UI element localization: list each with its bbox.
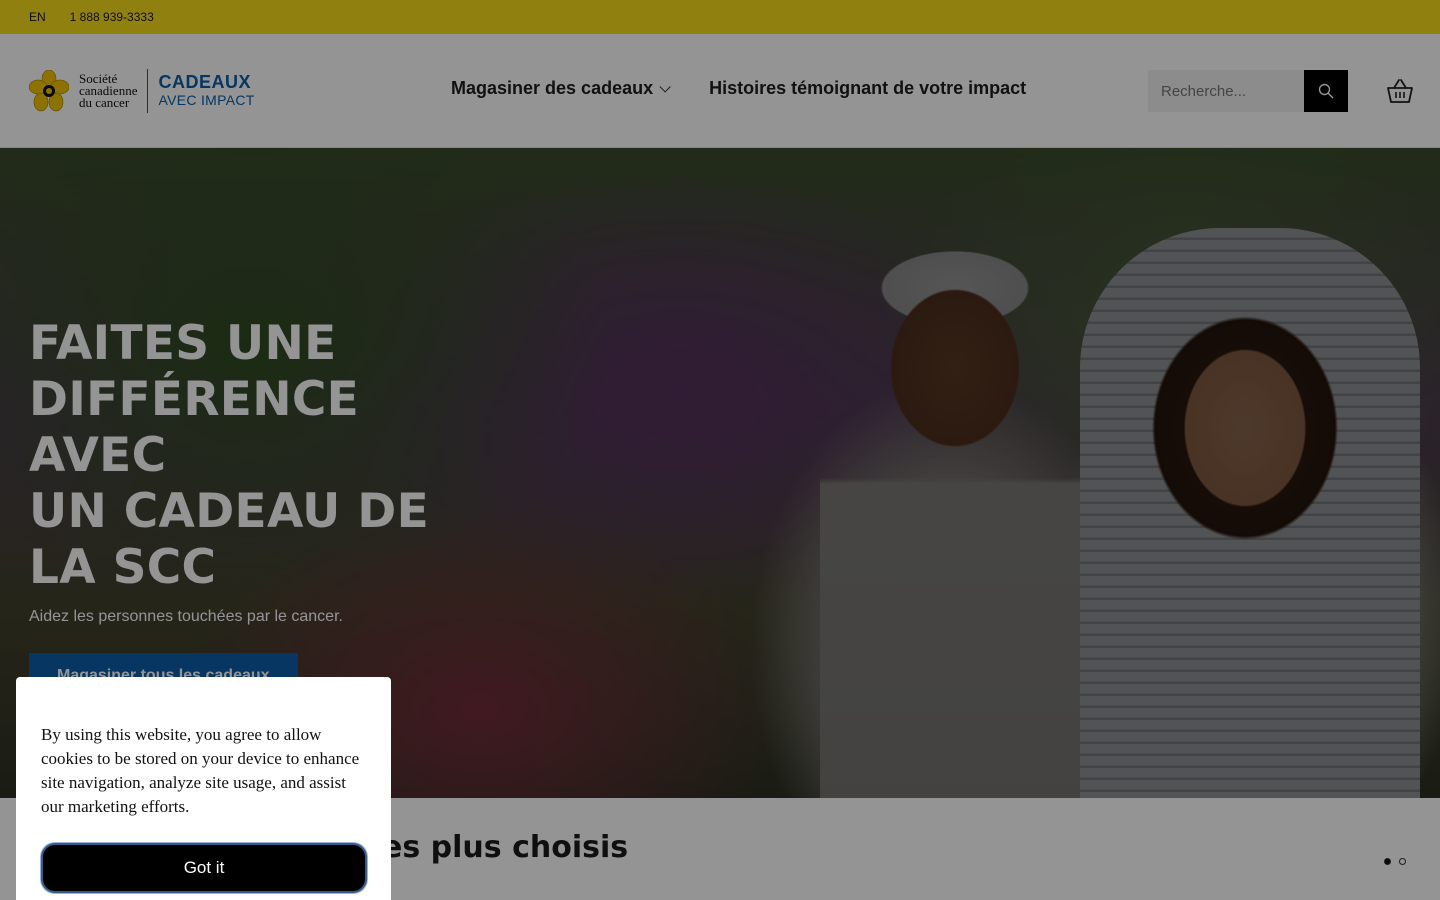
nav-impact-stories-label: Histoires témoignant de votre impact — [709, 78, 1027, 98]
carousel-dots — [1384, 858, 1406, 865]
logo-brand-line1: CADEAUX — [158, 72, 251, 92]
hero-title-line: LA SCC — [29, 540, 217, 595]
daffodil-icon — [28, 69, 70, 112]
hero-title: FAITES UNE DIFFÉRENCE AVEC UN CADEAU DE … — [29, 316, 489, 596]
carousel-dot-1[interactable] — [1384, 858, 1391, 865]
search-button[interactable] — [1304, 70, 1348, 112]
cookie-message: By using this website, you agree to allo… — [41, 725, 360, 816]
search-input[interactable] — [1148, 70, 1304, 112]
hero-title-line: DIFFÉRENCE AVEC — [29, 372, 360, 483]
section-title: es plus choisis — [382, 830, 629, 865]
cart-button[interactable] — [1386, 78, 1414, 104]
hero-copy: FAITES UNE DIFFÉRENCE AVEC UN CADEAU DE … — [29, 316, 489, 699]
carousel-dot-2[interactable] — [1399, 858, 1406, 865]
hero-title-line: FAITES UNE — [29, 316, 337, 371]
logo-divider — [147, 69, 149, 113]
language-toggle[interactable]: EN — [29, 10, 46, 24]
logo-org-name: Société canadienne du cancer — [79, 72, 137, 110]
search-icon — [1318, 83, 1334, 99]
cookie-accept-button[interactable]: Got it — [41, 843, 367, 893]
site-logo[interactable]: Société canadienne du cancer CADEAUX AVE… — [28, 68, 270, 114]
logo-brand-line2: AVEC IMPACT — [158, 92, 255, 108]
main-nav: Magasiner des cadeaux Histoires témoigna… — [451, 78, 1068, 99]
logo-brand: CADEAUX AVEC IMPACT — [158, 73, 254, 109]
hero-subtitle: Aidez les personnes touchées par le canc… — [29, 608, 343, 625]
nav-shop-gifts[interactable]: Magasiner des cadeaux — [451, 78, 671, 99]
phone-number[interactable]: 1 888 939-3333 — [70, 10, 154, 24]
search-form — [1148, 70, 1348, 112]
nav-impact-stories[interactable]: Histoires témoignant de votre impact — [709, 78, 1026, 99]
shopping-basket-icon — [1387, 79, 1413, 103]
nav-shop-gifts-label: Magasiner des cadeaux — [451, 78, 654, 98]
logo-org-line: du cancer — [79, 95, 130, 110]
top-utility-bar: EN 1 888 939-3333 — [0, 0, 1440, 34]
chevron-down-icon — [659, 80, 671, 93]
cookie-consent-banner: By using this website, you agree to allo… — [16, 677, 391, 900]
hero-title-line: UN CADEAU DE — [29, 484, 430, 539]
site-header: Société canadienne du cancer CADEAUX AVE… — [0, 34, 1440, 148]
